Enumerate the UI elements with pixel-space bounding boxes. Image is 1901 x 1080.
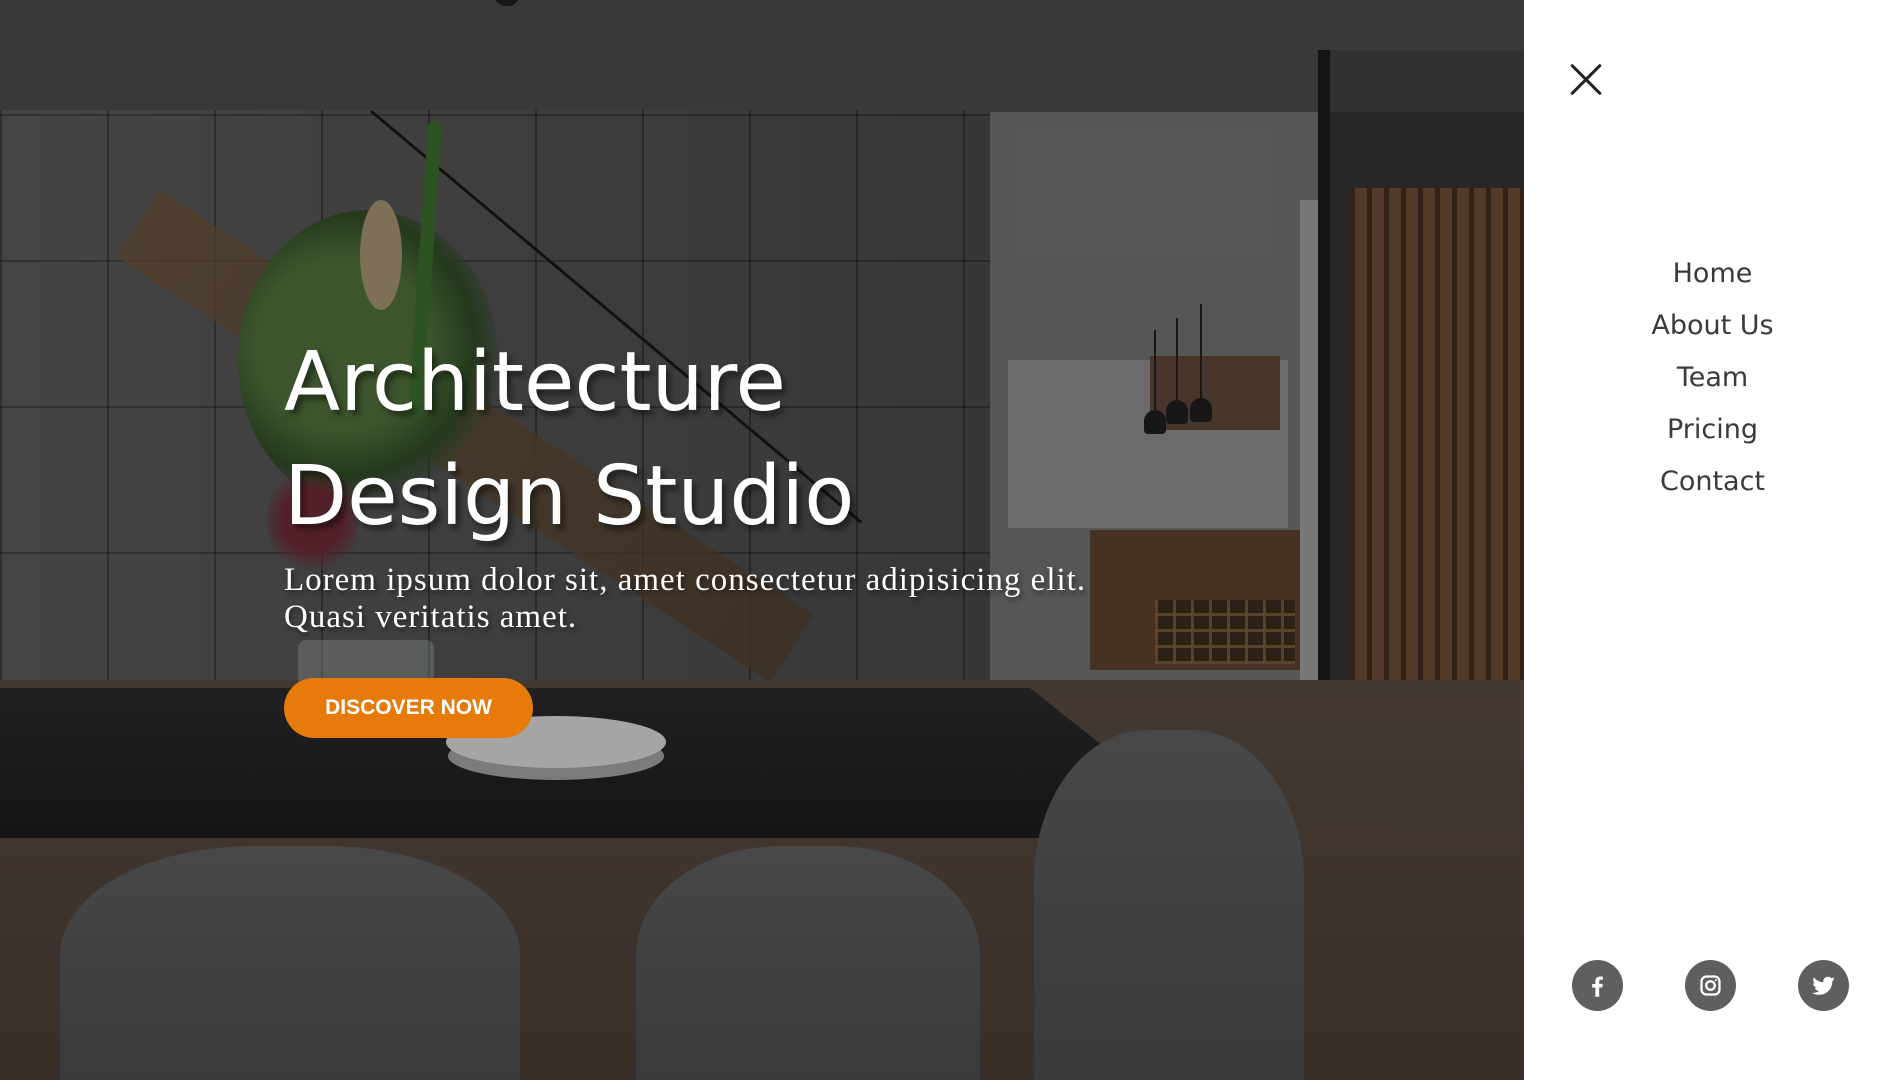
twitter-icon[interactable]: [1798, 960, 1849, 1011]
nav-item-contact[interactable]: Contact: [1524, 456, 1901, 508]
nav-item-pricing[interactable]: Pricing: [1524, 404, 1901, 456]
close-icon[interactable]: [1568, 62, 1604, 98]
hero-section: Architecture Design Studio Lorem ipsum d…: [0, 0, 1524, 1080]
hero-content: Architecture Design Studio Lorem ipsum d…: [284, 326, 1164, 738]
side-menu: Home About Us Team Pricing Contact: [1524, 0, 1901, 1080]
hero-title-line1: Architecture: [284, 335, 787, 430]
nav-item-about-us[interactable]: About Us: [1524, 300, 1901, 352]
discover-now-button[interactable]: DISCOVER NOW: [284, 678, 533, 738]
hero-description: Lorem ipsum dolor sit, amet consectetur …: [284, 562, 1087, 635]
nav-item-team[interactable]: Team: [1524, 352, 1901, 404]
instagram-icon[interactable]: [1685, 960, 1736, 1011]
nav-item-home[interactable]: Home: [1524, 248, 1901, 300]
social-links: [1572, 960, 1852, 1012]
facebook-icon[interactable]: [1572, 960, 1623, 1011]
hero-title-line2: Design Studio: [284, 449, 855, 544]
nav-menu: Home About Us Team Pricing Contact: [1524, 248, 1901, 508]
